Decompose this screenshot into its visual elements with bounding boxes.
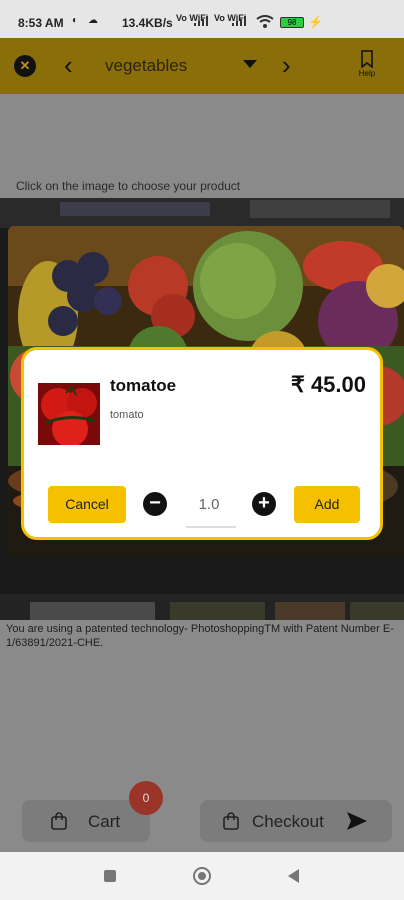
chevron-left-icon[interactable]: ‹ [64,50,73,80]
photo-bottom-strip [0,594,404,620]
top-toolbar: ✕ ‹ vegetables › Help [0,38,404,94]
signal-icon-2 [232,16,246,26]
product-description: tomato [110,409,144,421]
shopping-bag-icon [223,812,239,830]
quantity-value[interactable]: 1.0 [186,496,232,513]
chevron-right-icon[interactable]: › [282,50,291,80]
cloud-icon: ☁ [88,15,98,26]
product-thumbnail [38,383,100,445]
recent-apps-icon[interactable] [104,870,116,882]
minus-icon[interactable]: − [143,492,167,516]
notification-icon: ◐ [72,15,79,26]
product-price: ₹ 45.00 [290,372,366,397]
checkout-label: Checkout [252,812,324,831]
send-icon [347,812,367,830]
help-label: Help [358,69,376,78]
status-bar: 8:53 AM ◐ ☁ 13.4KB/s Vo WiFi Vo WiFi 98 … [0,0,404,38]
quantity-underline [186,526,236,528]
checkout-button[interactable]: Checkout [200,800,392,842]
home-icon[interactable] [193,867,211,885]
close-icon[interactable]: ✕ [14,55,36,77]
product-dialog: tomatoe tomato ₹ 45.00 Cancel − 1.0 + Ad… [21,347,383,540]
bookmark-icon [361,50,373,68]
back-icon[interactable] [288,869,299,883]
network-speed: 13.4KB/s [122,16,173,30]
patent-notice: You are using a patented technology- Pho… [6,623,394,649]
status-time: 8:53 AM [18,16,64,30]
plus-icon[interactable]: + [252,492,276,516]
signal-icon-1 [194,16,208,26]
cart-label: Cart [88,812,121,831]
instruction-text: Click on the image to choose your produc… [16,179,241,193]
cancel-button[interactable]: Cancel [48,486,126,523]
category-title[interactable]: vegetables [105,56,187,76]
cart-count-badge: 0 [129,781,163,815]
charging-icon: ⚡ [308,15,323,29]
photo-top-strip [0,198,404,228]
help-button[interactable]: Help [352,50,382,78]
shopping-bag-icon [51,812,67,830]
system-nav-bar [0,852,404,900]
product-name: tomatoe [110,376,177,395]
battery-indicator: 98 [280,17,304,28]
caret-down-icon[interactable] [243,60,257,68]
wifi-icon [256,15,274,28]
tomato-image [38,383,100,445]
add-button[interactable]: Add [294,486,360,523]
